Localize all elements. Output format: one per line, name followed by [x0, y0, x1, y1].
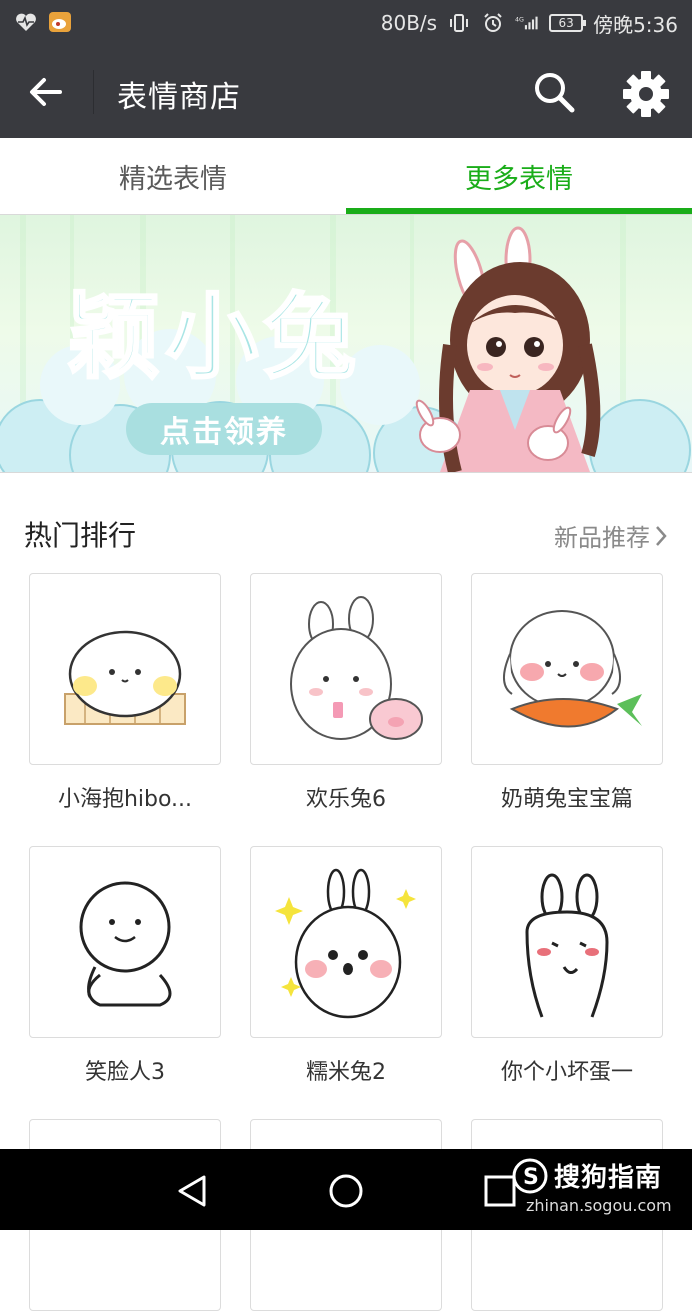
vibrate-icon	[447, 11, 471, 35]
svg-text:4G: 4G	[515, 17, 524, 24]
seal-sticker-icon	[64, 630, 186, 725]
sticker-thumbnail	[29, 846, 221, 1038]
clock: 傍晚5:36	[593, 12, 678, 37]
girl-character-illustration	[415, 226, 601, 472]
sticker-name: 糯米兔2	[306, 1060, 386, 1085]
page-title: 表情商店	[117, 80, 241, 115]
chevron-right-icon	[656, 525, 667, 546]
new-releases-label: 新品推荐	[554, 524, 650, 552]
appbar-divider	[93, 70, 94, 114]
system-nav-bar: S 搜狗指南 zhinan.sogou.com	[0, 1149, 692, 1230]
sticker-thumbnail	[29, 573, 221, 765]
watermark-brand: 搜狗指南	[554, 1163, 663, 1193]
signal-icon: 4G	[515, 11, 539, 35]
watermark-url: zhinan.sogou.com	[526, 1196, 672, 1215]
sticker-thumbnail	[250, 846, 442, 1038]
back-arrow-icon	[30, 78, 62, 106]
sticker-card[interactable]: 糯米兔2	[250, 846, 442, 1086]
back-button[interactable]	[22, 70, 70, 114]
promo-banner[interactable]: 颖小兔 点击领养	[0, 215, 692, 473]
nav-back-button[interactable]	[170, 1169, 214, 1213]
weibo-icon	[48, 10, 72, 34]
sticker-card[interactable]: 小海抱hibo...	[29, 573, 221, 813]
sticker-thumbnail	[471, 846, 663, 1038]
search-button[interactable]	[530, 68, 578, 116]
active-tab-indicator	[346, 208, 692, 214]
tab-bar: 精选表情 更多表情	[0, 138, 692, 215]
triangle-back-icon	[178, 1175, 206, 1207]
mochi-rabbit-sticker-icon	[275, 868, 416, 1019]
sticker-card[interactable]: 奶萌兔宝宝篇	[471, 573, 663, 813]
new-releases-link[interactable]: 新品推荐	[554, 518, 668, 553]
network-speed: 80B/s	[380, 11, 438, 35]
settings-button[interactable]	[620, 68, 672, 120]
sticker-card[interactable]: 你个小坏蛋一	[471, 846, 663, 1086]
sticker-name: 笑脸人3	[85, 1060, 165, 1085]
svg-text:S: S	[523, 1165, 539, 1190]
search-icon	[535, 73, 575, 113]
naughty-bunny-sticker-icon	[525, 873, 609, 1018]
sticker-name: 小海抱hibo...	[57, 787, 193, 812]
status-bar: 80B/s 4G 63 傍晚5:36	[0, 0, 692, 46]
sticker-name: 你个小坏蛋一	[500, 1060, 633, 1085]
sogou-watermark: S 搜狗指南 zhinan.sogou.com	[512, 1157, 672, 1215]
gear-icon	[623, 71, 669, 117]
banner-adopt-button[interactable]: 点击领养	[126, 403, 322, 455]
sogou-logo-icon: S	[512, 1158, 548, 1193]
sticker-name: 欢乐兔6	[306, 787, 386, 812]
sticker-thumbnail	[471, 573, 663, 765]
circle-home-icon	[329, 1174, 363, 1208]
alarm-icon	[481, 11, 505, 35]
smiley-person-sticker-icon	[79, 881, 172, 1007]
sticker-name: 奶萌兔宝宝篇	[500, 787, 633, 812]
sticker-card[interactable]: 笑脸人3	[29, 846, 221, 1086]
sticker-thumbnail	[250, 573, 442, 765]
app-bar: 表情商店	[0, 46, 692, 138]
tab-more[interactable]: 更多表情	[346, 138, 692, 214]
happy-rabbit-sticker-icon	[290, 596, 423, 740]
carrot-rabbit-sticker-icon	[503, 610, 642, 728]
battery-indicator: 63	[549, 14, 587, 32]
nav-home-button[interactable]	[324, 1169, 368, 1213]
sticker-card[interactable]: 欢乐兔6	[250, 573, 442, 813]
section-title: 热门排行	[24, 519, 137, 552]
banner-title: 颖小兔	[66, 283, 363, 393]
health-heart-icon	[14, 10, 38, 34]
tab-featured[interactable]: 精选表情	[0, 138, 346, 214]
hot-ranking-header: 热门排行 新品推荐	[0, 500, 692, 570]
